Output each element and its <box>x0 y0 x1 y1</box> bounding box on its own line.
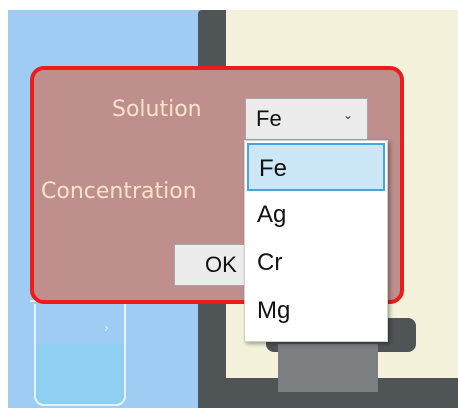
dropdown-option-mg[interactable]: Mg <box>247 287 385 335</box>
instrument-stem <box>278 344 378 392</box>
app-canvas: › Solution Fe ⌄ Concentration OK Fe Ag C… <box>0 0 458 408</box>
dropdown-option-cr[interactable]: Cr <box>247 239 385 287</box>
concentration-label: Concentration <box>41 179 197 204</box>
dropdown-option-ag[interactable]: Ag <box>247 191 385 239</box>
dropdown-option-fe[interactable]: Fe <box>247 143 385 191</box>
beaker-mark-icon: › <box>104 321 109 335</box>
solution-select-value: Fe <box>256 106 282 131</box>
solution-label: Solution <box>112 97 202 122</box>
beaker-icon[interactable] <box>34 304 126 406</box>
chevron-down-icon: ⌄ <box>343 108 354 122</box>
solution-dropdown-list: Fe Ag Cr Mg <box>244 140 388 342</box>
solution-select[interactable]: Fe ⌄ <box>245 98 368 140</box>
ok-button[interactable]: OK <box>174 244 250 286</box>
